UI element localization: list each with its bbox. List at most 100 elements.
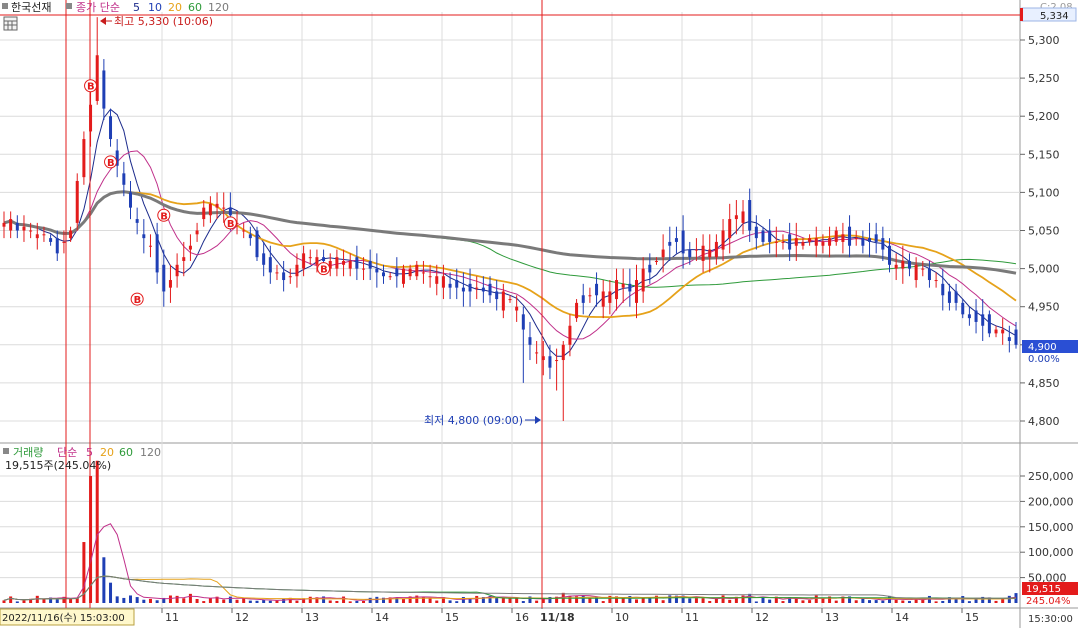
candle-body <box>608 291 612 303</box>
candle-body <box>268 257 272 273</box>
ma10-label[interactable]: 10 <box>148 1 162 14</box>
price-tick-label: 4,800 <box>1028 415 1060 428</box>
volume-bar <box>328 600 332 603</box>
candle-body <box>681 230 685 254</box>
candle-body <box>914 264 918 281</box>
candle-body <box>974 310 978 322</box>
time-tick-label: 16 <box>515 611 529 624</box>
candle-body <box>308 257 312 259</box>
volume-bar <box>435 600 439 603</box>
price-ma-label[interactable]: 종가 단순 <box>76 1 120 14</box>
volume-bar <box>242 598 246 603</box>
volume-bar <box>515 598 519 603</box>
candle-body <box>621 283 625 288</box>
candle-body <box>688 249 692 258</box>
current-volume-value: 19,515 <box>1026 584 1061 595</box>
candle-body <box>734 215 738 220</box>
ma60-label[interactable]: 60 <box>188 1 202 14</box>
volume-bar <box>967 601 971 603</box>
stock-chart[interactable]: B B B B B B 최고 5,330 (10:06) 최저 4,800 (09:00)… <box>0 0 1078 628</box>
candle-body <box>435 276 439 284</box>
candle-body <box>348 260 352 269</box>
volume-bar <box>468 598 472 603</box>
candle-body <box>29 230 33 232</box>
candle-body <box>475 287 479 289</box>
volume-bar <box>621 598 625 603</box>
candle-body <box>881 238 885 250</box>
candle-body <box>322 257 326 261</box>
volume-ma-label[interactable]: 단순 <box>57 446 77 459</box>
candle-body <box>295 264 299 277</box>
candle-body <box>674 238 678 242</box>
volume-bar <box>535 600 539 603</box>
candle-body <box>248 234 252 239</box>
volume-bar <box>228 596 232 603</box>
volume-bar <box>601 601 605 603</box>
volume-bar <box>688 598 692 603</box>
time-tick-label: 14 <box>895 611 909 624</box>
candle-body <box>721 230 725 250</box>
candle-body <box>288 276 292 278</box>
candle-body <box>282 272 286 281</box>
ma120-label[interactable]: 120 <box>208 1 229 14</box>
volume-bar <box>142 599 146 603</box>
volume-bar <box>495 597 499 603</box>
time-tick-label: 10 <box>615 611 629 624</box>
candle-body <box>581 295 585 303</box>
candle-body <box>848 226 852 246</box>
time-tick-label: 11 <box>685 611 699 624</box>
date-marker-label: 11/18 <box>540 611 575 624</box>
volume-tick-label: 150,000 <box>1028 521 1074 534</box>
candle-body <box>874 234 878 242</box>
vol-ma5-label[interactable]: 5 <box>86 446 93 459</box>
candle-body <box>441 276 445 288</box>
volume-bar <box>182 598 186 603</box>
candle-body <box>495 291 499 300</box>
volume-bar <box>455 601 459 603</box>
volume-bar <box>355 600 359 603</box>
table-icon[interactable] <box>3 16 18 31</box>
candle-body <box>774 241 778 243</box>
volume-bar <box>168 595 172 603</box>
candle-body <box>654 260 658 262</box>
candle-body <box>508 299 512 301</box>
vol-ma120-label[interactable]: 120 <box>140 446 161 459</box>
candle-body <box>382 272 385 277</box>
price-tick-label: 5,050 <box>1028 225 1060 238</box>
volume-summary: 19,515주(245.04%) <box>5 459 111 472</box>
vol-ma60-label[interactable]: 60 <box>119 446 133 459</box>
volume-bar <box>295 600 299 603</box>
volume-bar <box>661 600 665 603</box>
candle-body <box>528 337 532 345</box>
volume-bar <box>568 595 572 603</box>
volume-bar <box>768 599 772 603</box>
volume-bar <box>148 598 152 603</box>
candle-body <box>501 291 505 311</box>
candle-body <box>967 314 971 319</box>
symbol-label[interactable]: 한국선재 <box>11 1 51 14</box>
time-tick-label: 12 <box>755 611 769 624</box>
candle-body <box>315 257 319 265</box>
volume-bar <box>102 557 106 603</box>
volume-label[interactable]: 거래량 <box>13 446 43 459</box>
buy-marker-label: B <box>227 219 235 230</box>
time-tick-label: 11 <box>165 611 179 624</box>
candle-body <box>95 55 99 101</box>
vol-ma20-label[interactable]: 20 <box>100 446 114 459</box>
candle-body <box>1007 337 1011 341</box>
price-legend: 한국선재 종가 단순 5 10 20 60 120 <box>2 1 229 14</box>
ma20-label[interactable]: 20 <box>168 1 182 14</box>
candle-body <box>808 238 812 242</box>
candle-body <box>69 230 73 239</box>
candle-body <box>868 238 872 242</box>
candle-body <box>355 257 359 269</box>
volume-bar <box>202 601 206 603</box>
volume-bar <box>814 595 818 603</box>
candle-body <box>222 207 226 209</box>
volume-ma5-line <box>3 523 1017 601</box>
candle-body <box>927 268 931 281</box>
candle-body <box>694 249 698 251</box>
candle-body <box>575 302 579 319</box>
ma5-label[interactable]: 5 <box>133 1 140 14</box>
candle-body <box>342 260 346 265</box>
